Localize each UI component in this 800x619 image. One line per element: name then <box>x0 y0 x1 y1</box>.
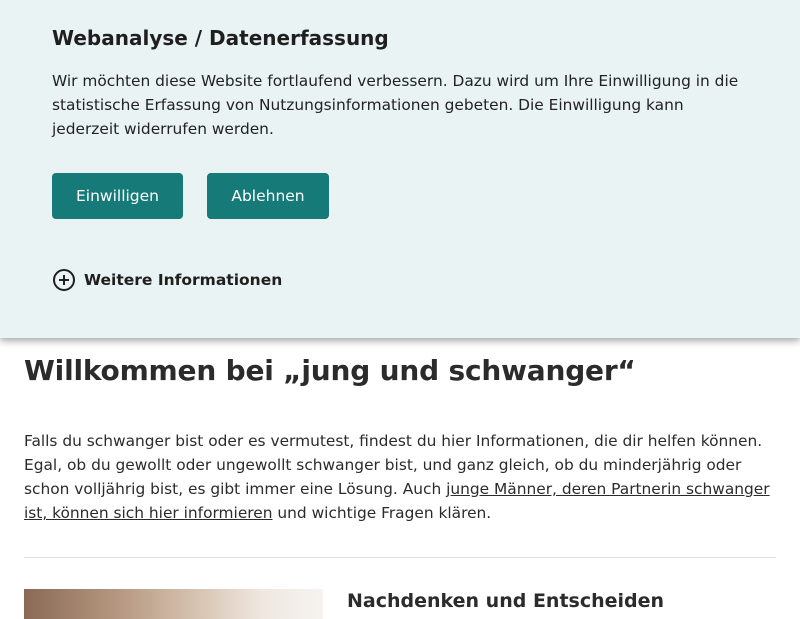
consent-text: Wir möchten diese Website fortlaufend ve… <box>52 72 739 138</box>
more-info-toggle[interactable]: Weitere Informationen <box>52 268 282 292</box>
plus-circle-icon <box>52 268 76 292</box>
decline-button[interactable]: Ablehnen <box>207 173 329 219</box>
teaser-heading[interactable]: Nachdenken und Entscheiden <box>347 588 664 614</box>
accept-button[interactable]: Einwilligen <box>52 173 183 219</box>
more-info-label: Weitere Informationen <box>84 271 283 289</box>
intro-paragraph: Falls du schwanger bist oder es vermutes… <box>24 429 780 525</box>
consent-title: Webanalyse / Datenerfassung <box>52 26 389 50</box>
teaser-image[interactable] <box>24 589 323 619</box>
content-divider <box>24 557 776 558</box>
consent-banner: Webanalyse / Datenerfassung Wir möchten … <box>0 0 800 338</box>
intro-text-end: und wichtige Fragen klären. <box>272 504 492 522</box>
page-title: Willkommen bei „jung und schwanger“ <box>24 354 636 387</box>
